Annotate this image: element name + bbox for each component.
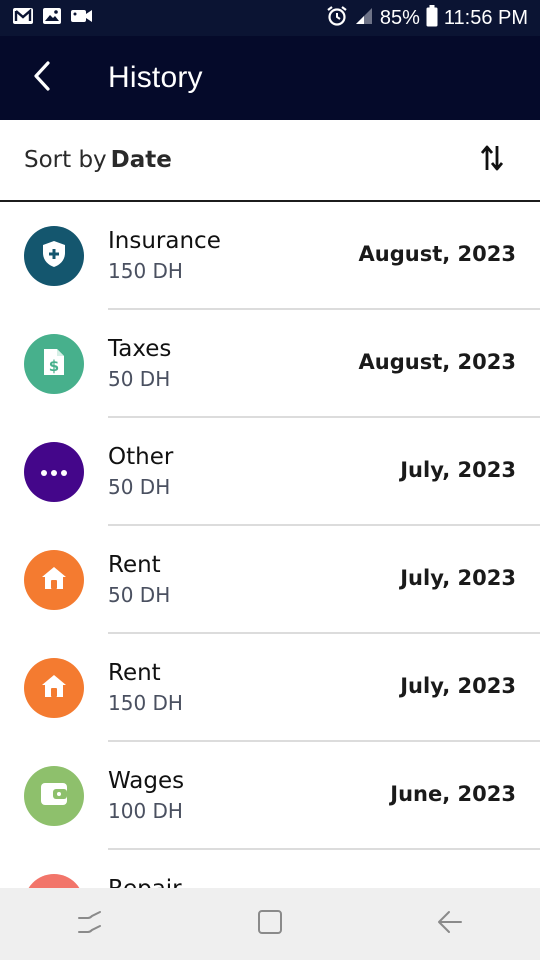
category-avatar [24, 874, 84, 888]
home-icon [256, 908, 284, 940]
history-item-insurance[interactable]: Insurance 150 DH August, 2023 [0, 202, 540, 310]
signal-icon [354, 6, 374, 30]
history-item-rent[interactable]: Rent 50 DH July, 2023 [0, 526, 540, 634]
app-bar: History [0, 36, 540, 120]
back-icon [436, 909, 464, 939]
item-amount: 50 DH [108, 367, 171, 391]
item-date: August, 2023 [358, 350, 516, 374]
status-bar-system: 85% 11:56 PM [326, 5, 528, 31]
house-icon [40, 672, 68, 704]
clock: 11:56 PM [443, 6, 528, 29]
sort-order-button[interactable] [470, 138, 514, 182]
item-name: Other [108, 444, 174, 470]
svg-text:$: $ [49, 357, 59, 375]
gmail-icon [12, 7, 34, 29]
item-date: June, 2023 [390, 782, 516, 806]
history-item-other[interactable]: Other 50 DH July, 2023 [0, 418, 540, 526]
page-title: History [108, 61, 203, 94]
battery-percent: 85% [379, 6, 420, 29]
item-info: Rent 150 DH [108, 658, 183, 718]
history-item-taxes[interactable]: $ Taxes 50 DH August, 2023 [0, 310, 540, 418]
wallet-icon [39, 781, 69, 811]
back-arrow-icon [30, 60, 54, 96]
status-bar: 85% 11:56 PM [0, 0, 540, 36]
system-nav-bar [0, 888, 540, 960]
category-avatar [24, 442, 84, 502]
item-info: Other 50 DH [108, 442, 173, 502]
document-dollar-icon: $ [42, 347, 66, 381]
sort-arrows-icon [479, 143, 505, 177]
more-dots-icon [39, 463, 69, 482]
house-icon [40, 564, 68, 596]
item-info: Wages 100 DH [108, 766, 184, 826]
item-date: July, 2023 [400, 458, 516, 482]
item-amount: 50 DH [108, 475, 171, 499]
item-name: Taxes [108, 336, 172, 362]
item-name: Repair [108, 874, 182, 888]
home-button[interactable] [230, 888, 310, 960]
item-date: July, 2023 [400, 566, 516, 590]
category-avatar [24, 226, 84, 286]
category-avatar [24, 550, 84, 610]
shield-plus-icon [40, 239, 68, 273]
system-back-button[interactable] [410, 888, 490, 960]
sort-prefix: Sort by [24, 147, 107, 173]
item-name: Rent [108, 552, 161, 578]
item-amount: 100 DH [108, 799, 183, 823]
item-name: Wages [108, 768, 185, 794]
category-avatar [24, 658, 84, 718]
sort-label[interactable]: Sort by Date [24, 147, 172, 173]
item-name: Rent [108, 660, 161, 686]
item-amount: 150 DH [108, 691, 183, 715]
item-date: August, 2023 [358, 242, 516, 266]
video-icon [70, 7, 94, 29]
item-amount: 50 DH [108, 583, 171, 607]
category-avatar [24, 766, 84, 826]
item-info: Repair [108, 874, 182, 888]
gallery-icon [42, 7, 62, 29]
category-avatar: $ [24, 334, 84, 394]
item-info: Rent 50 DH [108, 550, 170, 610]
item-info: Taxes 50 DH [108, 334, 171, 394]
history-item-repair[interactable]: Repair [0, 850, 540, 888]
item-amount: 150 DH [108, 259, 183, 283]
battery-icon [426, 5, 438, 31]
alarm-icon [326, 5, 348, 31]
recent-apps-button[interactable] [50, 888, 130, 960]
recent-apps-icon [76, 909, 104, 939]
back-button[interactable] [0, 36, 84, 120]
history-list[interactable]: Insurance 150 DH August, 2023 $ Taxes 50… [0, 202, 540, 888]
item-info: Insurance 150 DH [108, 226, 221, 286]
sort-value: Date [110, 147, 172, 173]
history-item-rent[interactable]: Rent 150 DH July, 2023 [0, 634, 540, 742]
status-bar-notifications [12, 7, 94, 29]
sort-bar: Sort by Date [0, 120, 540, 202]
item-name: Insurance [108, 228, 221, 254]
item-date: July, 2023 [400, 674, 516, 698]
history-item-wages[interactable]: Wages 100 DH June, 2023 [0, 742, 540, 850]
